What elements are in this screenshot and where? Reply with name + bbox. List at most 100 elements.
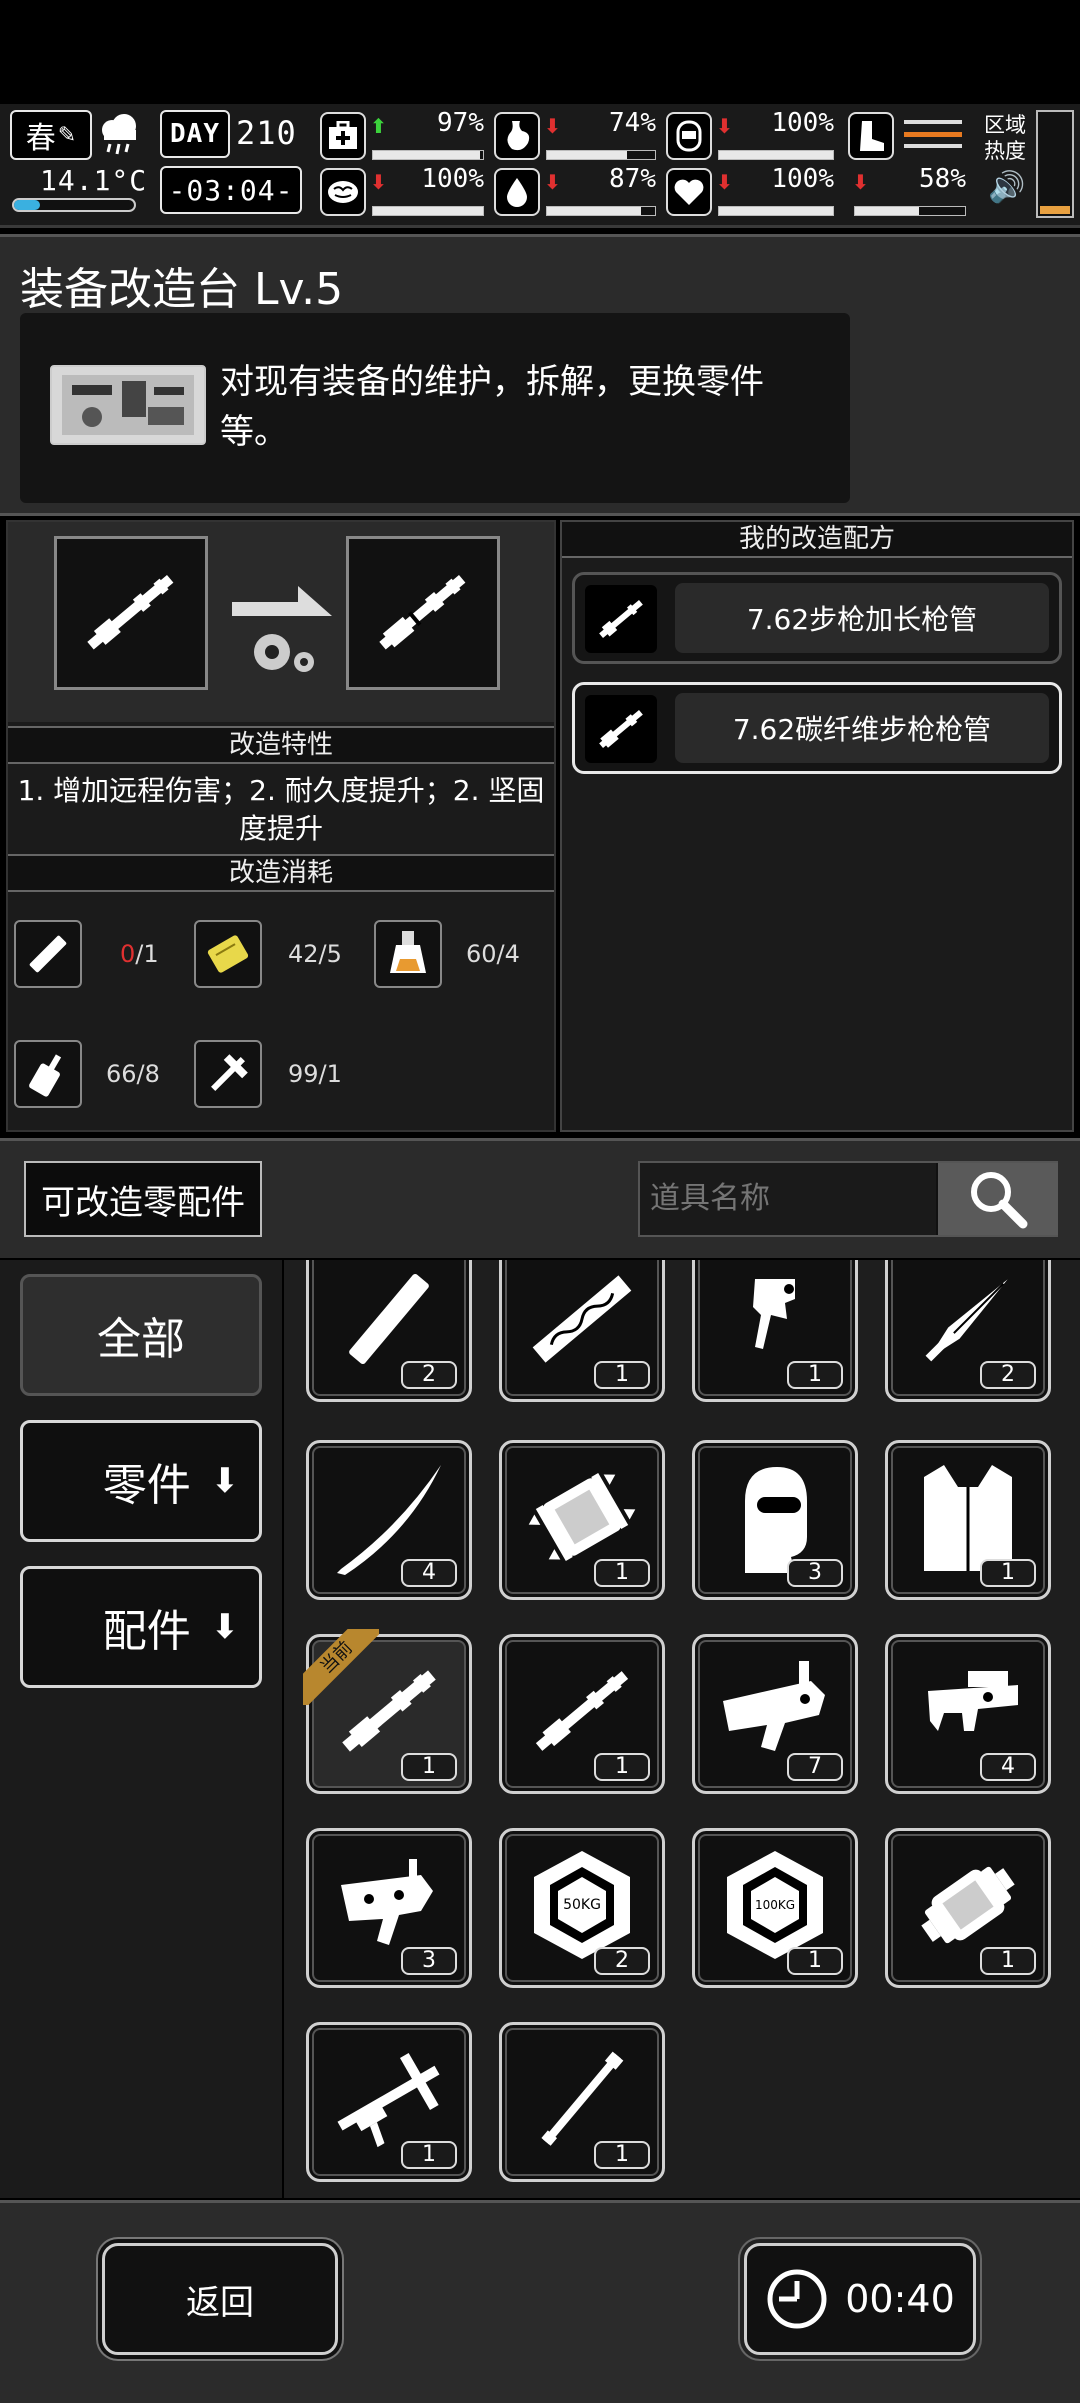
category-accessories[interactable]: 配件 ⬇ — [20, 1566, 262, 1688]
stat-value: 74% — [609, 108, 656, 138]
item-tube[interactable]: 2 — [306, 1260, 472, 1402]
stat-hunger: ⬇ 74% — [494, 108, 662, 164]
stat-bar — [718, 206, 834, 216]
status-bar: 春 ✎ 14.1°C DAY 210 -03:04- ⬆ 97% ⬇ 100% … — [0, 104, 1080, 228]
temperature-text: 14.1°C — [40, 164, 148, 197]
stat-value: 100% — [421, 164, 484, 194]
item-count: 2 — [594, 1947, 650, 1975]
category-sidebar: 全部 零件 ⬇ 配件 ⬇ — [0, 1260, 282, 2198]
recipe-label: 7.62碳纤维步枪枪管 — [675, 693, 1049, 763]
item-count: 3 — [401, 1947, 457, 1975]
arrow-down-icon: ⬇ — [210, 1607, 240, 1647]
item-weight-100kg[interactable]: 100KG 1 — [692, 1828, 858, 1988]
cost-count: 60/4 — [466, 940, 520, 968]
feather-icon: ✎ — [57, 122, 77, 148]
item-spearhead[interactable]: 2 — [885, 1260, 1051, 1402]
stat-heart: ⬇ 100% — [666, 164, 840, 220]
stat-bar — [854, 206, 966, 216]
search-icon — [971, 1172, 1028, 1229]
season-text: 春 — [25, 121, 56, 156]
rifle-barrel-icon — [585, 585, 657, 653]
carbon-barrel-icon — [379, 574, 466, 650]
stat-energy: ⬇ 100% — [666, 108, 840, 164]
item-count: 1 — [594, 1559, 650, 1587]
temperature-gauge: 14.1°C — [10, 164, 146, 218]
items-grid: 2 1 1 2 4 1 3 1 1 当前 1 7 4 3 50KG 2 100K… — [284, 1260, 1080, 2198]
timer-text: 00:40 — [845, 2277, 955, 2321]
heart-icon — [666, 168, 712, 216]
trend-down-icon: ⬇ — [544, 114, 561, 138]
item-weight-50kg[interactable]: 50KG 2 — [499, 1828, 665, 1988]
item-spiked-cylinder[interactable]: 1 — [499, 1440, 665, 1600]
day-number: 210 — [236, 114, 297, 152]
item-count: 1 — [787, 1361, 843, 1389]
cost-count: 66/8 — [106, 1060, 160, 1088]
item-carved-barrel[interactable]: 1 — [499, 1260, 665, 1402]
source-item-slot[interactable] — [54, 536, 208, 690]
arrow-down-icon: ⬇ — [210, 1461, 240, 1501]
cost-count: 0/1 — [120, 940, 159, 968]
category-all[interactable]: 全部 — [20, 1274, 262, 1396]
trend-up-icon: ⬆ — [370, 114, 387, 138]
stat-thirst: ⬇ 87% — [494, 164, 662, 220]
item-roller[interactable]: 1 — [885, 1828, 1051, 1988]
flask-icon — [374, 920, 442, 988]
traits-header: 改造特性 — [8, 726, 554, 764]
item-trigger-group[interactable]: 3 — [306, 1828, 472, 1988]
item-balaclava[interactable]: 3 — [692, 1440, 858, 1600]
modify-preview — [8, 522, 554, 722]
search-input[interactable] — [640, 1163, 936, 1235]
stat-value: 58% — [919, 164, 966, 194]
medkit-icon — [320, 112, 366, 160]
area-heat-meter — [1036, 110, 1074, 218]
thermometer-icon — [12, 198, 136, 212]
back-button[interactable]: 返回 — [102, 2243, 338, 2355]
card-icon — [194, 920, 262, 988]
item-count: 1 — [594, 2141, 650, 2169]
clock-icon — [767, 2269, 827, 2329]
timer-button[interactable]: 00:40 — [744, 2243, 976, 2355]
item-vest[interactable]: 1 — [885, 1440, 1051, 1600]
item-count: 1 — [980, 1947, 1036, 1975]
svg-text:100KG: 100KG — [755, 1898, 795, 1912]
convert-gear-icon — [228, 572, 338, 686]
day-label: DAY — [160, 110, 230, 158]
recipe-label: 7.62步枪加长枪管 — [675, 583, 1049, 653]
cost-header: 改造消耗 — [8, 854, 554, 892]
trend-down-icon: ⬇ — [544, 170, 561, 194]
stat-bar — [718, 150, 834, 160]
trend-down-icon: ⬇ — [370, 170, 387, 194]
area-heat-label: 区域热度 — [984, 113, 1026, 163]
item-pistol-frame[interactable]: 4 — [885, 1634, 1051, 1794]
recipe-item[interactable]: 7.62步枪加长枪管 — [572, 572, 1062, 664]
item-rod[interactable]: 1 — [499, 2022, 665, 2182]
category-parts[interactable]: 零件 ⬇ — [20, 1420, 262, 1542]
recipe-item-selected[interactable]: 7.62碳纤维步枪枪管 — [572, 682, 1062, 774]
rifle-barrel-icon — [87, 574, 174, 650]
boot-icon — [848, 112, 894, 160]
item-count: 1 — [401, 2141, 457, 2169]
item-receiver[interactable]: 7 — [692, 1634, 858, 1794]
item-katana-blade[interactable]: 4 — [306, 1440, 472, 1600]
item-count: 1 — [787, 1947, 843, 1975]
result-item-slot[interactable] — [346, 536, 500, 690]
item-count: 1 — [401, 1753, 457, 1781]
trend-down-icon: ⬇ — [716, 114, 733, 138]
stat-value: 100% — [771, 108, 834, 138]
item-count: 1 — [594, 1361, 650, 1389]
search-box — [638, 1161, 1058, 1237]
stat-value: 100% — [771, 164, 834, 194]
stat-value: 97% — [437, 108, 484, 138]
item-count: 2 — [401, 1361, 457, 1389]
clock-display: -03:04- — [160, 166, 302, 214]
item-trigger[interactable]: 1 — [692, 1260, 858, 1402]
item-count: 3 — [787, 1559, 843, 1587]
item-count: 7 — [787, 1753, 843, 1781]
search-button[interactable] — [938, 1163, 1058, 1235]
item-rifle-barrel-current[interactable]: 1 当前 — [303, 1629, 472, 1794]
bottle-icon — [666, 112, 712, 160]
item-crossbow[interactable]: 1 — [306, 2022, 472, 2182]
speaker-icon[interactable]: 🔊 — [988, 170, 1025, 205]
item-rifle-barrel[interactable]: 1 — [499, 1634, 665, 1794]
weather-cloud-icon — [98, 108, 140, 160]
